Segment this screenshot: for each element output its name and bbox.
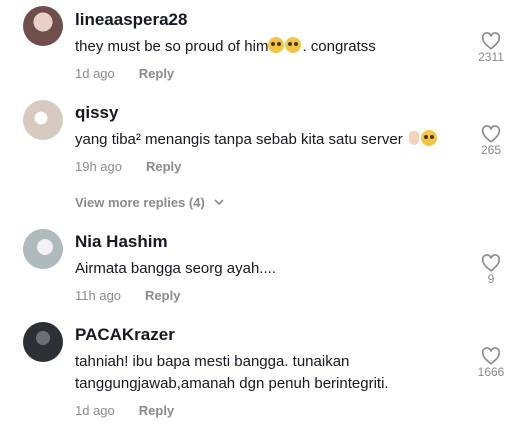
avatar[interactable] [23,322,63,362]
comment-meta: 19h ago Reply [75,159,181,174]
reply-button[interactable]: Reply [146,159,181,174]
comment-text: tahniah! ibu bapa mesti bangga. tunaikan… [75,353,389,392]
pleading-face-emoji [420,130,437,146]
like-button[interactable]: 265 [471,125,511,157]
comment-username[interactable]: qissy [75,103,118,123]
avatar[interactable] [23,100,63,140]
reply-button[interactable]: Reply [145,288,180,303]
comment-text: yang tiba² menangis tanpa sebab kita sat… [75,129,475,151]
like-button[interactable]: 1666 [471,347,511,379]
comment-text-suffix: . congratss [302,38,376,55]
heart-outline-icon [481,254,501,272]
index-pointing-up-emoji [408,131,419,145]
view-more-replies-label: View more replies (4) [75,195,205,210]
comment-meta: 1d ago Reply [75,403,174,418]
chevron-down-icon [214,199,225,206]
comment-username[interactable]: lineaaspera28 [75,10,187,30]
reply-button[interactable]: Reply [139,66,174,81]
like-count: 2311 [478,50,504,64]
pleading-face-emoji [285,37,302,53]
comment-time: 1d ago [75,66,115,81]
comment-username[interactable]: PACAKrazer [75,325,175,345]
view-more-replies-button[interactable]: View more replies (4) [75,195,225,210]
like-count: 1666 [477,365,505,379]
comment-text-main: they must be so proud of him [75,38,269,55]
heart-outline-icon [481,32,501,50]
comment-meta: 1d ago Reply [75,66,174,81]
comment-text: Airmata bangga seorg ayah.... [75,260,276,277]
comment-time: 1d ago [75,403,115,418]
comment-text-main: yang tiba² menangis tanpa sebab kita sat… [75,131,403,148]
avatar[interactable] [23,6,63,46]
like-button[interactable]: 2311 [471,32,511,64]
heart-outline-icon [481,347,501,365]
comment-text: they must be so proud of him . congratss [75,36,475,58]
avatar[interactable] [23,229,63,269]
comment-meta: 11h ago Reply [75,288,180,303]
like-count: 265 [480,143,502,157]
comment-time: 19h ago [75,159,122,174]
heart-outline-icon [481,125,501,143]
like-button[interactable]: 9 [471,254,511,286]
reply-button[interactable]: Reply [139,403,174,418]
like-count: 9 [487,272,495,286]
comment-username[interactable]: Nia Hashim [75,232,168,252]
comment-time: 11h ago [75,288,122,303]
pleading-face-emoji [268,37,285,53]
